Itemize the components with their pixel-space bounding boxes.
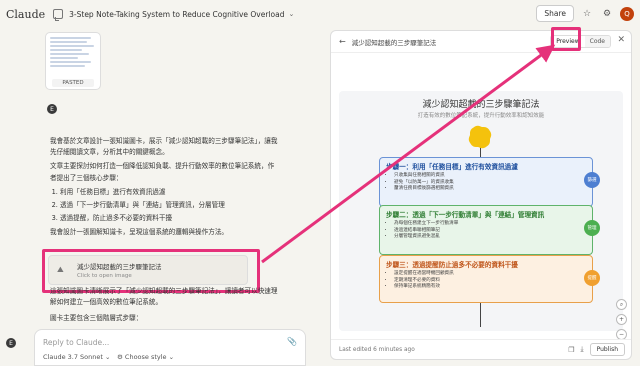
- step-badge: 管理: [584, 220, 600, 236]
- gear-icon-core: [470, 127, 490, 147]
- pasted-preview: [46, 33, 100, 67]
- step-heading: 步驟三：透過提醒防止過多不必要的資料干擾: [386, 261, 518, 269]
- chat-icon: [53, 9, 64, 21]
- user-avatar: E: [47, 104, 57, 114]
- step-badge: 篩選: [584, 172, 600, 188]
- top-actions: Share ☆ ⚙ Q: [536, 5, 634, 22]
- star-icon[interactable]: ☆: [580, 7, 594, 21]
- user-avatar-small: E: [6, 338, 16, 348]
- tab-code[interactable]: Code: [584, 36, 610, 47]
- reply-input[interactable]: Reply to Claude...: [43, 338, 109, 347]
- message-paragraph: 我會基於文章設計一張知識圖卡，展示「減少認知超載的三步驟筆記法」，讓我先仔細閱讀…: [50, 137, 278, 157]
- message-paragraph: 圖卡主要包含三個階層式步驟：: [50, 314, 143, 323]
- chat-title[interactable]: 3-Step Note-Taking System to Reduce Cogn…: [69, 10, 284, 19]
- message-paragraph: 我會設計一張圖解知識卡，呈現這個系統的邏輯與操作方法。: [50, 228, 229, 237]
- chevron-down-icon[interactable]: ⌄: [288, 10, 294, 18]
- share-button[interactable]: Share: [536, 5, 574, 22]
- step-bullet: 只收集與任務相關的資訊: [394, 173, 586, 180]
- steps-list: 利用「任務目標」進行有效資訊過濾 透過「下一步行動清單」與「連結」管理資訊，分層…: [50, 187, 280, 225]
- list-item: 透過提醒，防止過多不必要的資料干擾: [60, 213, 280, 224]
- model-label: Claude 3.7 Sonnet: [43, 353, 103, 361]
- step-heading: 步驟二：透過「下一步行動清單」與「連結」管理資訊: [386, 211, 545, 219]
- step-card-1: 步驟一：利用「任務目標」進行有效資訊過濾 只收集與任務相關的資訊 避免「以防萬一…: [379, 157, 600, 207]
- close-icon[interactable]: ✕: [617, 35, 625, 45]
- download-icon[interactable]: ⤓: [581, 345, 584, 354]
- pasted-content-card[interactable]: PASTED: [45, 32, 101, 90]
- highlight-box-preview: [551, 27, 581, 51]
- message-paragraph: 文章主要探討如何打造一個降低認知負載、提升行動效率的數位筆記系統，作者提出了三個…: [50, 162, 275, 182]
- reply-input-box[interactable]: Reply to Claude... 📎 Claude 3.7 Sonnet ⌄…: [34, 329, 306, 366]
- zoom-controls: ⌕ + −: [616, 299, 627, 340]
- infographic-canvas: 減少認知超載的三步驟筆記法 打造有效的數位筆記系統，提升行動效率和認知效能 步驟…: [339, 91, 623, 331]
- step-card-2: 步驟二：透過「下一步行動清單」與「連結」管理資訊 為每個任務建立下一步行動清單 …: [379, 205, 600, 255]
- pasted-label: PASTED: [52, 79, 94, 87]
- message-paragraph: 這張知識圖卡清晰展示了「減少認知超載的三步驟筆記法」，讓讀者可以快速理解如何建立…: [50, 287, 278, 307]
- step-bullet: 分層管理資訊避免混亂: [394, 234, 586, 241]
- panel-footer: Last edited 6 minutes ago ❐ ⤓ Publish: [331, 339, 631, 359]
- publish-button[interactable]: Publish: [589, 343, 625, 356]
- avatar[interactable]: Q: [620, 6, 634, 21]
- list-item: 利用「任務目標」進行有效資訊過濾: [60, 187, 280, 198]
- zoom-in-icon[interactable]: +: [616, 314, 627, 325]
- settings-sliders-icon[interactable]: ⚙: [600, 7, 614, 21]
- copy-icon[interactable]: ❐: [568, 346, 574, 354]
- step-bullet: 為每個任務建立下一步行動清單: [394, 221, 586, 228]
- step-badge: 提醒: [584, 270, 600, 286]
- step-card-3: 步驟三：透過提醒防止過多不必要的資料干擾 設定提醒在適當時機回顧資訊 定期清理不…: [379, 255, 600, 303]
- brand-logo[interactable]: Claude: [6, 8, 45, 21]
- assistant-message-continued: 這張知識圖卡清晰展示了「減少認知超載的三步驟筆記法」，讓讀者可以快速理解如何建立…: [50, 286, 280, 325]
- top-bar: Claude 3-Step Note-Taking System to Redu…: [0, 0, 640, 28]
- artifact-panel: ← 減少認知超載的三步驟筆記法 Preview Code ✕ 減少認知超載的三步…: [330, 30, 632, 360]
- step-heading: 步驟一：利用「任務目標」進行有效資訊過濾: [386, 163, 518, 171]
- step-bullet: 設定提醒在適當時機回顧資訊: [394, 271, 586, 278]
- last-edited: Last edited 6 minutes ago: [339, 346, 415, 353]
- back-arrow-icon[interactable]: ←: [339, 37, 346, 46]
- attach-icon[interactable]: 📎: [287, 337, 297, 346]
- step-bullet: 釐清任務目標後篩選相關資訊: [394, 186, 586, 193]
- list-item: 透過「下一步行動清單」與「連結」管理資訊，分層管理: [60, 200, 280, 211]
- infographic-title: 減少認知超載的三步驟筆記法: [422, 100, 540, 110]
- style-selector[interactable]: ⚙ Choose style ⌄: [117, 353, 174, 361]
- panel-title: 減少認知超載的三步驟筆記法: [351, 38, 437, 47]
- assistant-message: 我會基於文章設計一張知識圖卡，展示「減少認知超載的三步驟筆記法」，讓我先仔細閱讀…: [50, 136, 280, 242]
- infographic-subtitle: 打造有效的數位筆記系統，提升行動效率和認知效能: [417, 113, 545, 119]
- style-label: Choose style: [124, 353, 167, 361]
- step-bullet: 保持筆記系統精簡有效: [394, 284, 586, 291]
- search-icon[interactable]: ⌕: [616, 299, 627, 310]
- footer-actions: ❐ ⤓ Publish: [568, 343, 625, 356]
- model-selector[interactable]: Claude 3.7 Sonnet ⌄: [43, 353, 110, 361]
